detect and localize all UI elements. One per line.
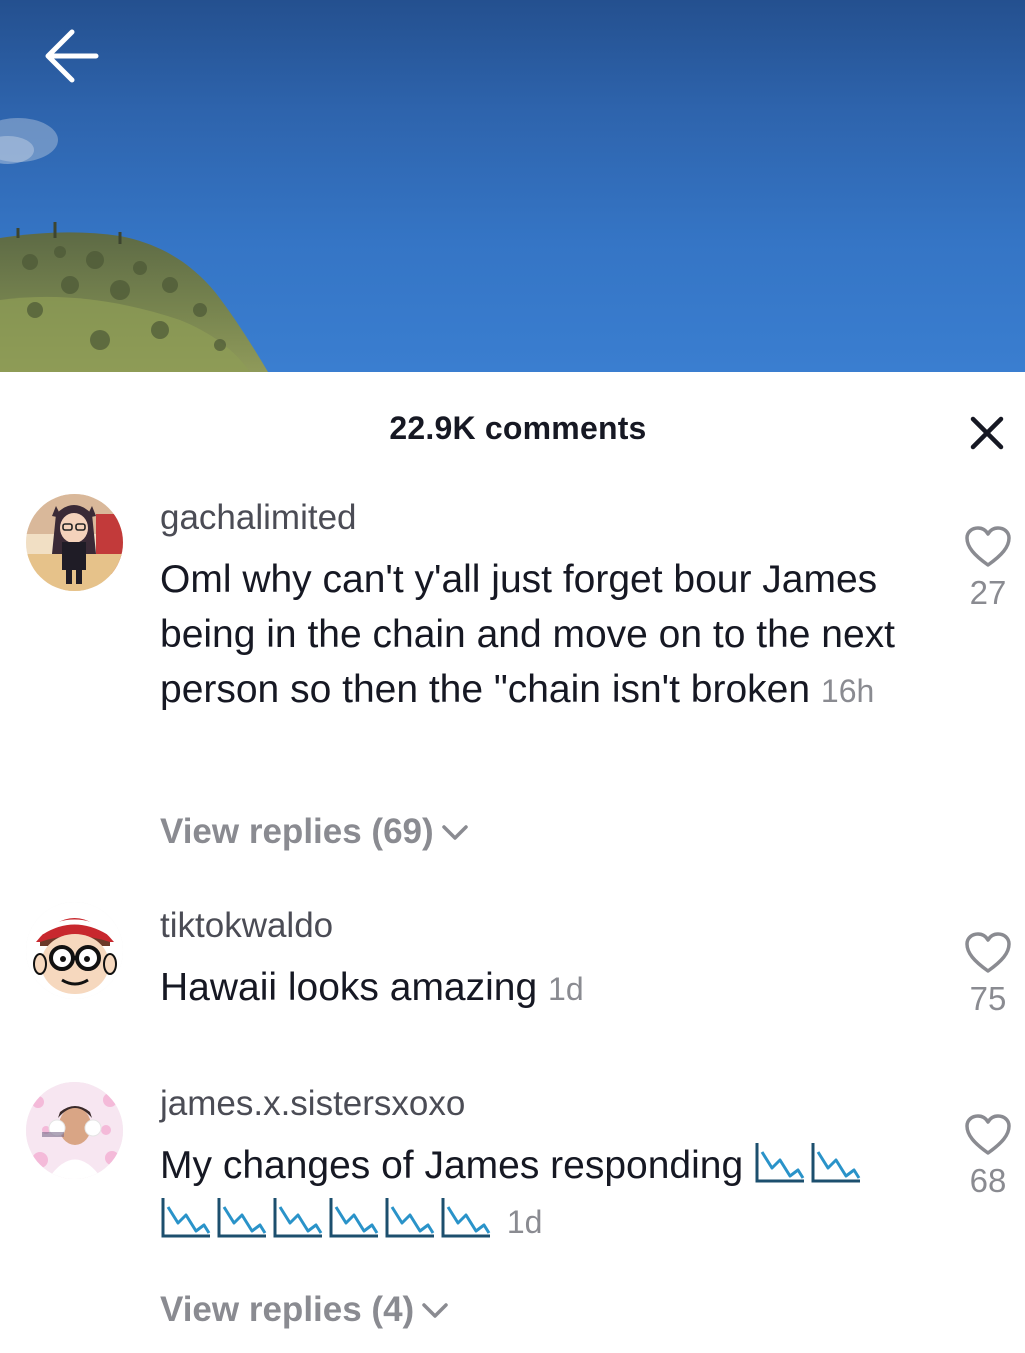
back-button[interactable] [30, 14, 114, 98]
view-replies-button[interactable]: View replies (4) [160, 1290, 450, 1330]
heart-outline-icon [965, 526, 1011, 567]
chart-decreasing-icon [441, 1198, 491, 1238]
like-button[interactable] [955, 928, 1021, 978]
hillside-scene [0, 118, 268, 372]
heart-outline-icon [965, 932, 1011, 973]
comment-username[interactable]: tiktokwaldo [160, 906, 333, 946]
chart-decreasing-icon [273, 1198, 323, 1238]
close-icon [970, 416, 1004, 450]
gacha-avatar-image [26, 494, 123, 591]
view-replies-label: View replies (69) [160, 812, 434, 851]
waldo-avatar-image [26, 902, 123, 999]
chart-decreasing-icon [811, 1143, 861, 1183]
like-button[interactable] [955, 1110, 1021, 1160]
like-count: 27 [969, 574, 1007, 611]
comment-body: My changes of James responding [160, 1144, 744, 1187]
avatar[interactable] [26, 902, 123, 999]
chart-decreasing-icon [755, 1143, 805, 1183]
comment-timestamp: 1d [506, 1204, 543, 1240]
avatar[interactable] [26, 494, 123, 591]
chart-decreasing-icon [329, 1198, 379, 1238]
view-replies-button[interactable]: View replies (69) [160, 812, 470, 852]
like-button[interactable] [955, 522, 1021, 572]
comment-timestamp: 16h [820, 673, 875, 709]
like-group: 75 [955, 928, 1021, 1018]
video-player[interactable] [0, 0, 1025, 372]
comment-username[interactable]: gachalimited [160, 498, 357, 538]
heart-outline-icon [965, 1114, 1011, 1155]
like-count: 68 [969, 1162, 1007, 1199]
arrow-left-icon [45, 29, 99, 83]
close-button[interactable] [962, 408, 1012, 458]
chevron-down-icon [420, 1300, 450, 1320]
profile-avatar-image [26, 1082, 123, 1179]
comment-text: Hawaii looks amazing 1d [160, 960, 900, 1017]
view-replies-label: View replies (4) [160, 1290, 415, 1329]
comment-timestamp: 1d [548, 971, 584, 1007]
comments-count-title: 22.9K comments [389, 410, 647, 446]
comment-text: Oml why can't y'all just forget bour Jam… [160, 552, 900, 719]
comment-body: Hawaii looks amazing [160, 966, 538, 1009]
avatar[interactable] [26, 1082, 123, 1179]
comment-body: Oml why can't y'all just forget bour Jam… [160, 558, 896, 711]
comment-username[interactable]: james.x.sistersxoxo [160, 1084, 465, 1124]
comments-sheet: 22.9K comments gachalimited Oml why can'… [0, 372, 1025, 1353]
chart-decreasing-icon [161, 1198, 211, 1238]
like-group: 68 [955, 1110, 1021, 1200]
chart-decreasing-icon [217, 1198, 267, 1238]
like-group: 27 [955, 522, 1021, 612]
comment-text: My changes of James responding 1d [160, 1138, 900, 1250]
chevron-down-icon [440, 822, 470, 842]
chart-decreasing-icon [385, 1198, 435, 1238]
like-count: 75 [969, 980, 1007, 1017]
